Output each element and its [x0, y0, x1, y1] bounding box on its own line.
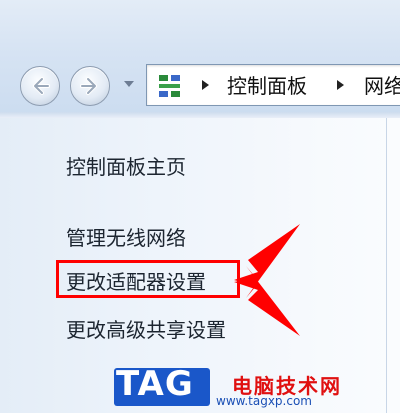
- explorer-toolbar: 控制面板 网络: [0, 0, 400, 118]
- task-change-advanced-sharing-settings[interactable]: 更改高级共享设置: [66, 314, 226, 343]
- watermark-logo-text: TAG: [116, 364, 194, 404]
- breadcrumb-separator-icon[interactable]: [202, 80, 209, 90]
- address-bar[interactable]: 控制面板 网络: [146, 64, 400, 106]
- pointer-arrow-icon: [234, 224, 300, 336]
- back-arrow-icon: [33, 77, 50, 95]
- recent-pages-dropdown-icon[interactable]: [124, 81, 134, 87]
- task-control-panel-home[interactable]: 控制面板主页: [66, 151, 186, 180]
- control-panel-icon: [159, 75, 180, 97]
- task-manage-wireless-networks[interactable]: 管理无线网络: [66, 222, 186, 251]
- highlight-box: [56, 260, 240, 298]
- breadcrumb-control-panel[interactable]: 控制面板: [227, 70, 307, 99]
- forward-button[interactable]: [70, 66, 110, 106]
- pane-divider: [386, 118, 387, 413]
- back-button[interactable]: [20, 66, 60, 106]
- watermark-url: www.tagxp.com: [216, 394, 312, 408]
- breadcrumb-separator-icon[interactable]: [337, 80, 344, 90]
- forward-arrow-icon: [80, 77, 97, 95]
- breadcrumb-network[interactable]: 网络: [364, 70, 400, 99]
